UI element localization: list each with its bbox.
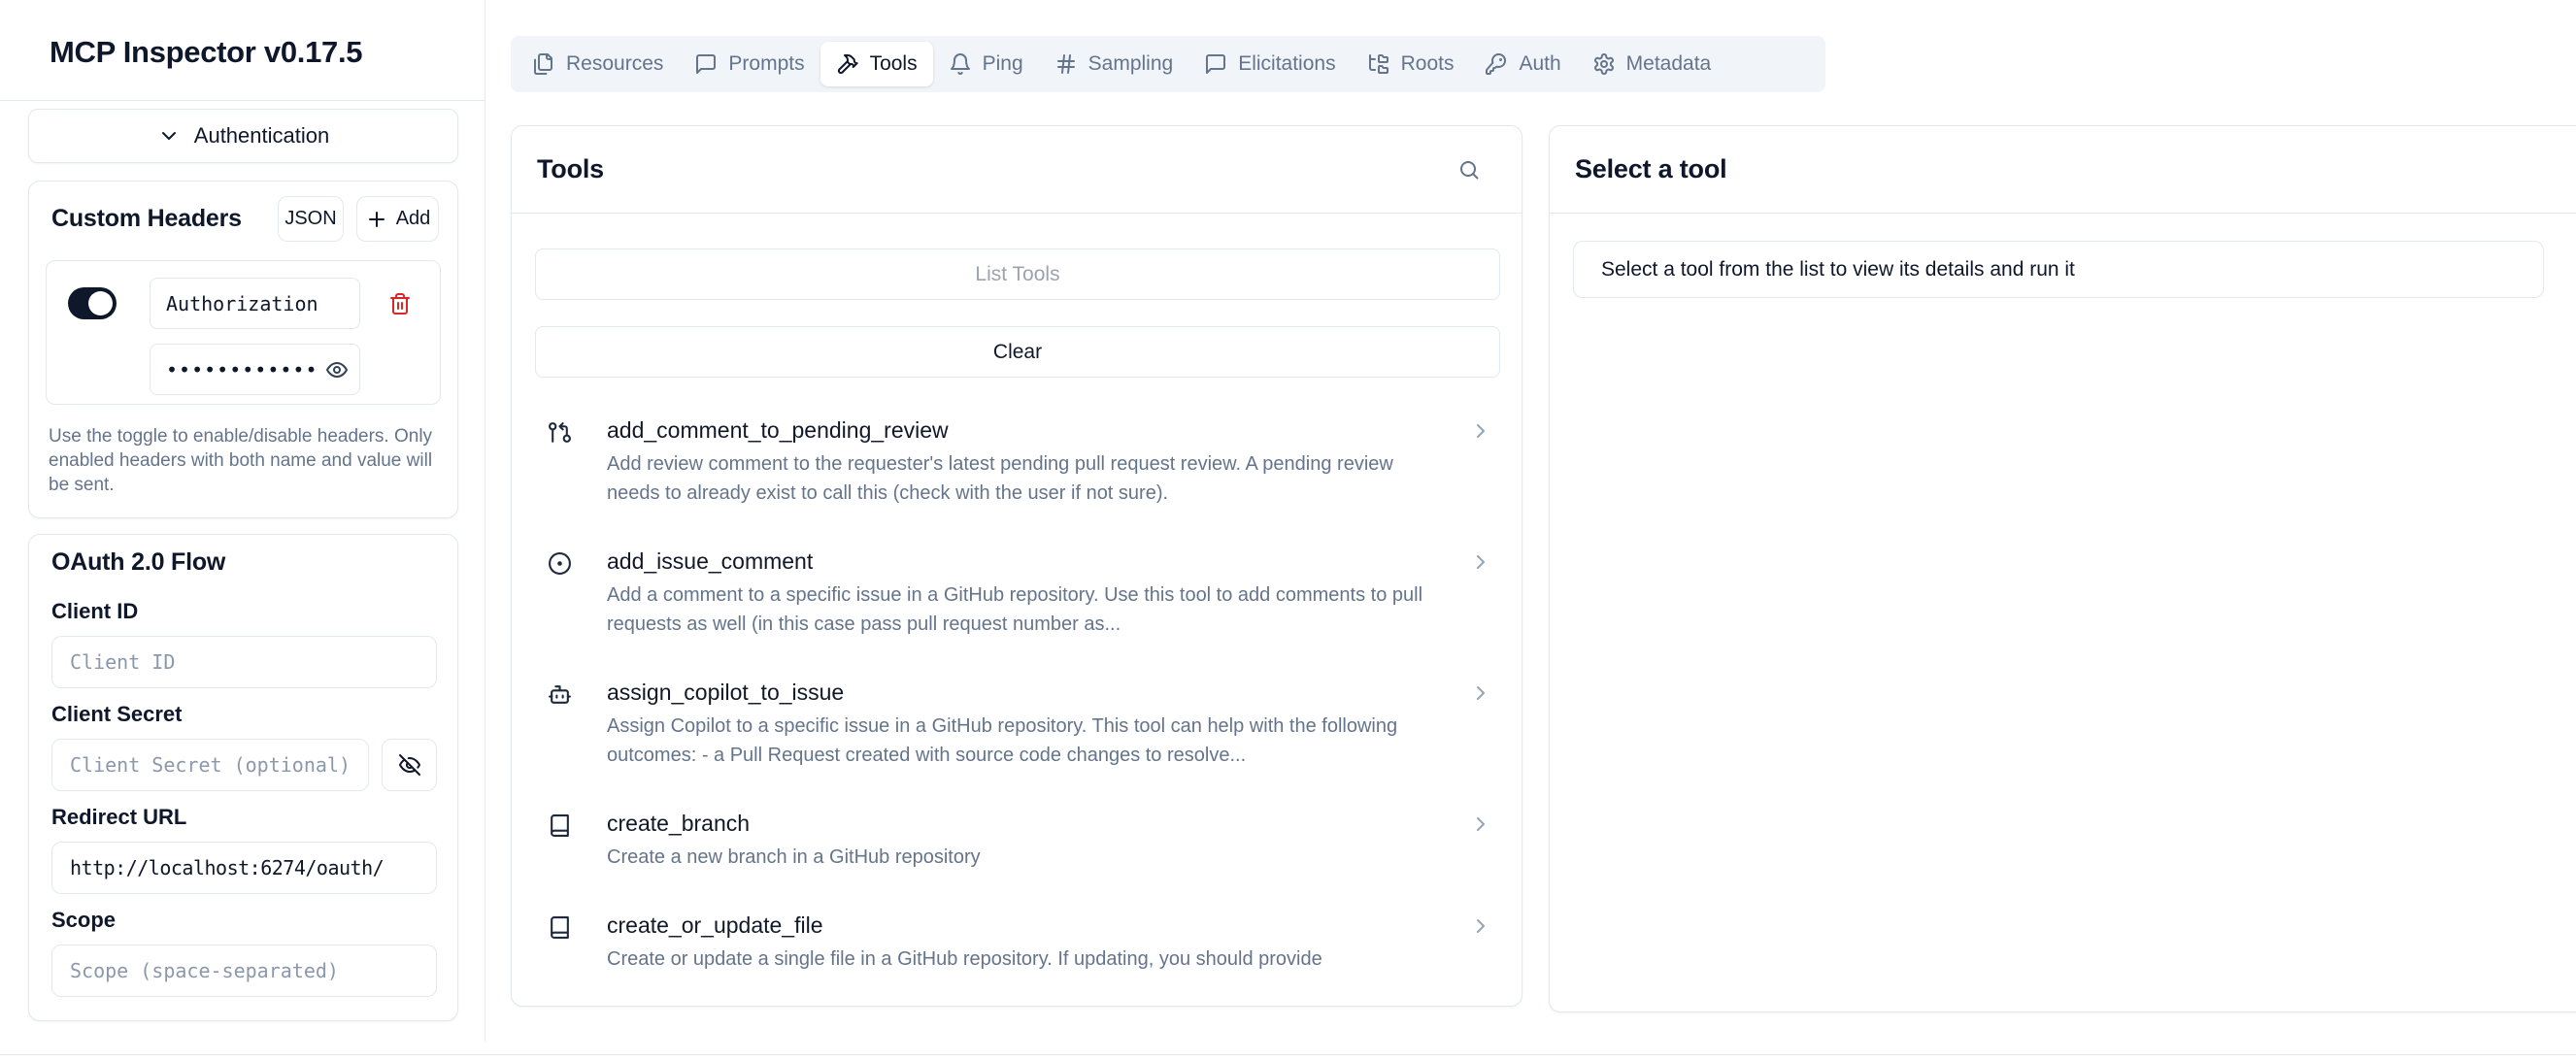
- message-square-icon: [1204, 52, 1227, 76]
- mcp-inspector-app: MCP Inspector v0.17.5 Authentication Cus…: [0, 0, 2576, 1061]
- scope-input[interactable]: [51, 945, 437, 997]
- header-value-wrap: [150, 344, 360, 395]
- files-icon: [532, 52, 555, 76]
- bot-icon: [548, 682, 572, 770]
- chevron-right-icon: [1469, 812, 1492, 836]
- tab-auth[interactable]: Auth: [1469, 42, 1576, 86]
- plus-icon: [365, 208, 388, 231]
- authentication-collapse-button[interactable]: Authentication: [28, 109, 458, 163]
- tab-elicitations[interactable]: Elicitations: [1188, 42, 1351, 86]
- headers-help-text: Use the toggle to enable/disable headers…: [49, 424, 433, 497]
- tool-details-panel: Select a tool Select a tool from the lis…: [1549, 125, 2576, 1012]
- message-square-icon: [694, 52, 718, 76]
- eye-off-icon: [398, 753, 421, 777]
- client-id-input[interactable]: [51, 636, 437, 688]
- chevron-down-icon: [157, 124, 181, 148]
- eye-icon: [325, 358, 351, 381]
- tool-item-create_branch[interactable]: create_branch Create a new branch in a G…: [535, 811, 1498, 872]
- search-icon: [1457, 158, 1485, 182]
- header-name-input[interactable]: [150, 278, 360, 329]
- delete-header-button[interactable]: [388, 289, 418, 318]
- tab-resources[interactable]: Resources: [517, 42, 679, 86]
- client-id-label: Client ID: [51, 599, 138, 624]
- client-secret-input[interactable]: [51, 739, 369, 791]
- redirect-url-label: Redirect URL: [51, 805, 186, 830]
- search-tools-button[interactable]: [1457, 156, 1485, 183]
- redirect-url-input[interactable]: [51, 842, 437, 894]
- show-client-secret-button[interactable]: [382, 739, 437, 791]
- trash-icon: [388, 292, 418, 315]
- add-header-button[interactable]: Add: [356, 196, 439, 242]
- sidebar: MCP Inspector v0.17.5 Authentication Cus…: [0, 0, 485, 1061]
- tool-item-add_comment_to_pending_review[interactable]: add_comment_to_pending_review Add review…: [535, 417, 1498, 508]
- details-panel-title: Select a tool: [1575, 154, 1726, 184]
- gear-icon: [1592, 52, 1616, 76]
- oauth-flow-card: OAuth 2.0 Flow Client ID Client Secret R…: [28, 534, 458, 1021]
- tool-item-add_issue_comment[interactable]: add_issue_comment Add a comment to a spe…: [535, 548, 1498, 639]
- tab-roots[interactable]: Roots: [1352, 42, 1470, 86]
- tools-header-divider: [512, 213, 1522, 214]
- custom-headers-card: Custom Headers JSON Add: [28, 181, 458, 518]
- details-panel-header: Select a tool: [1550, 126, 2576, 213]
- json-view-button[interactable]: JSON: [278, 196, 344, 242]
- client-secret-label: Client Secret: [51, 702, 183, 727]
- folder-tree-icon: [1367, 52, 1390, 76]
- json-button-label: JSON: [284, 208, 336, 230]
- hammer-icon: [836, 52, 859, 76]
- oauth-title: OAuth 2.0 Flow: [51, 548, 435, 577]
- list-tools-button[interactable]: List Tools: [535, 249, 1500, 300]
- hash-icon: [1054, 52, 1078, 76]
- scope-label: Scope: [51, 908, 116, 933]
- chevron-right-icon: [1469, 419, 1492, 443]
- header-enabled-toggle[interactable]: [68, 287, 117, 319]
- tool-item-create_or_update_file[interactable]: create_or_update_file Create or update a…: [535, 912, 1498, 974]
- git-pull-request-icon: [548, 420, 572, 508]
- chevron-right-icon: [1469, 550, 1492, 574]
- empty-state-message: Select a tool from the list to view its …: [1573, 241, 2544, 298]
- bottom-divider: [0, 1054, 2576, 1055]
- clear-button[interactable]: Clear: [535, 326, 1500, 378]
- details-header-divider: [1550, 213, 2576, 214]
- tools-panel-title: Tools: [537, 154, 604, 184]
- show-header-value-button[interactable]: [325, 357, 351, 382]
- add-button-label: Add: [396, 208, 431, 230]
- chevron-right-icon: [1469, 914, 1492, 938]
- bell-icon: [949, 52, 972, 76]
- tool-item-assign_copilot_to_issue[interactable]: assign_copilot_to_issue Assign Copilot t…: [535, 680, 1498, 770]
- circle-dot-icon: [548, 551, 572, 639]
- authentication-label: Authentication: [194, 123, 329, 149]
- tab-metadata[interactable]: Metadata: [1577, 42, 1727, 86]
- tab-sampling[interactable]: Sampling: [1039, 42, 1189, 86]
- tab-ping[interactable]: Ping: [933, 42, 1039, 86]
- book-icon: [548, 915, 572, 974]
- tab-tools[interactable]: Tools: [820, 42, 933, 86]
- header-entry-row: [46, 260, 441, 405]
- custom-headers-title: Custom Headers: [51, 205, 242, 233]
- key-icon: [1485, 52, 1508, 76]
- title-divider: [0, 100, 485, 101]
- app-title: MCP Inspector v0.17.5: [50, 35, 362, 70]
- tab-bar: Resources Prompts Tools Ping Sampling El…: [511, 36, 1825, 92]
- tools-panel-header: Tools: [512, 126, 1522, 213]
- tab-prompts[interactable]: Prompts: [679, 42, 820, 86]
- book-icon: [548, 813, 572, 872]
- tools-panel: Tools List Tools Clear add_comment_to_pe…: [511, 125, 1522, 1007]
- custom-headers-header: Custom Headers JSON Add: [51, 196, 439, 242]
- tool-list: add_comment_to_pending_review Add review…: [535, 417, 1498, 1007]
- chevron-right-icon: [1469, 681, 1492, 705]
